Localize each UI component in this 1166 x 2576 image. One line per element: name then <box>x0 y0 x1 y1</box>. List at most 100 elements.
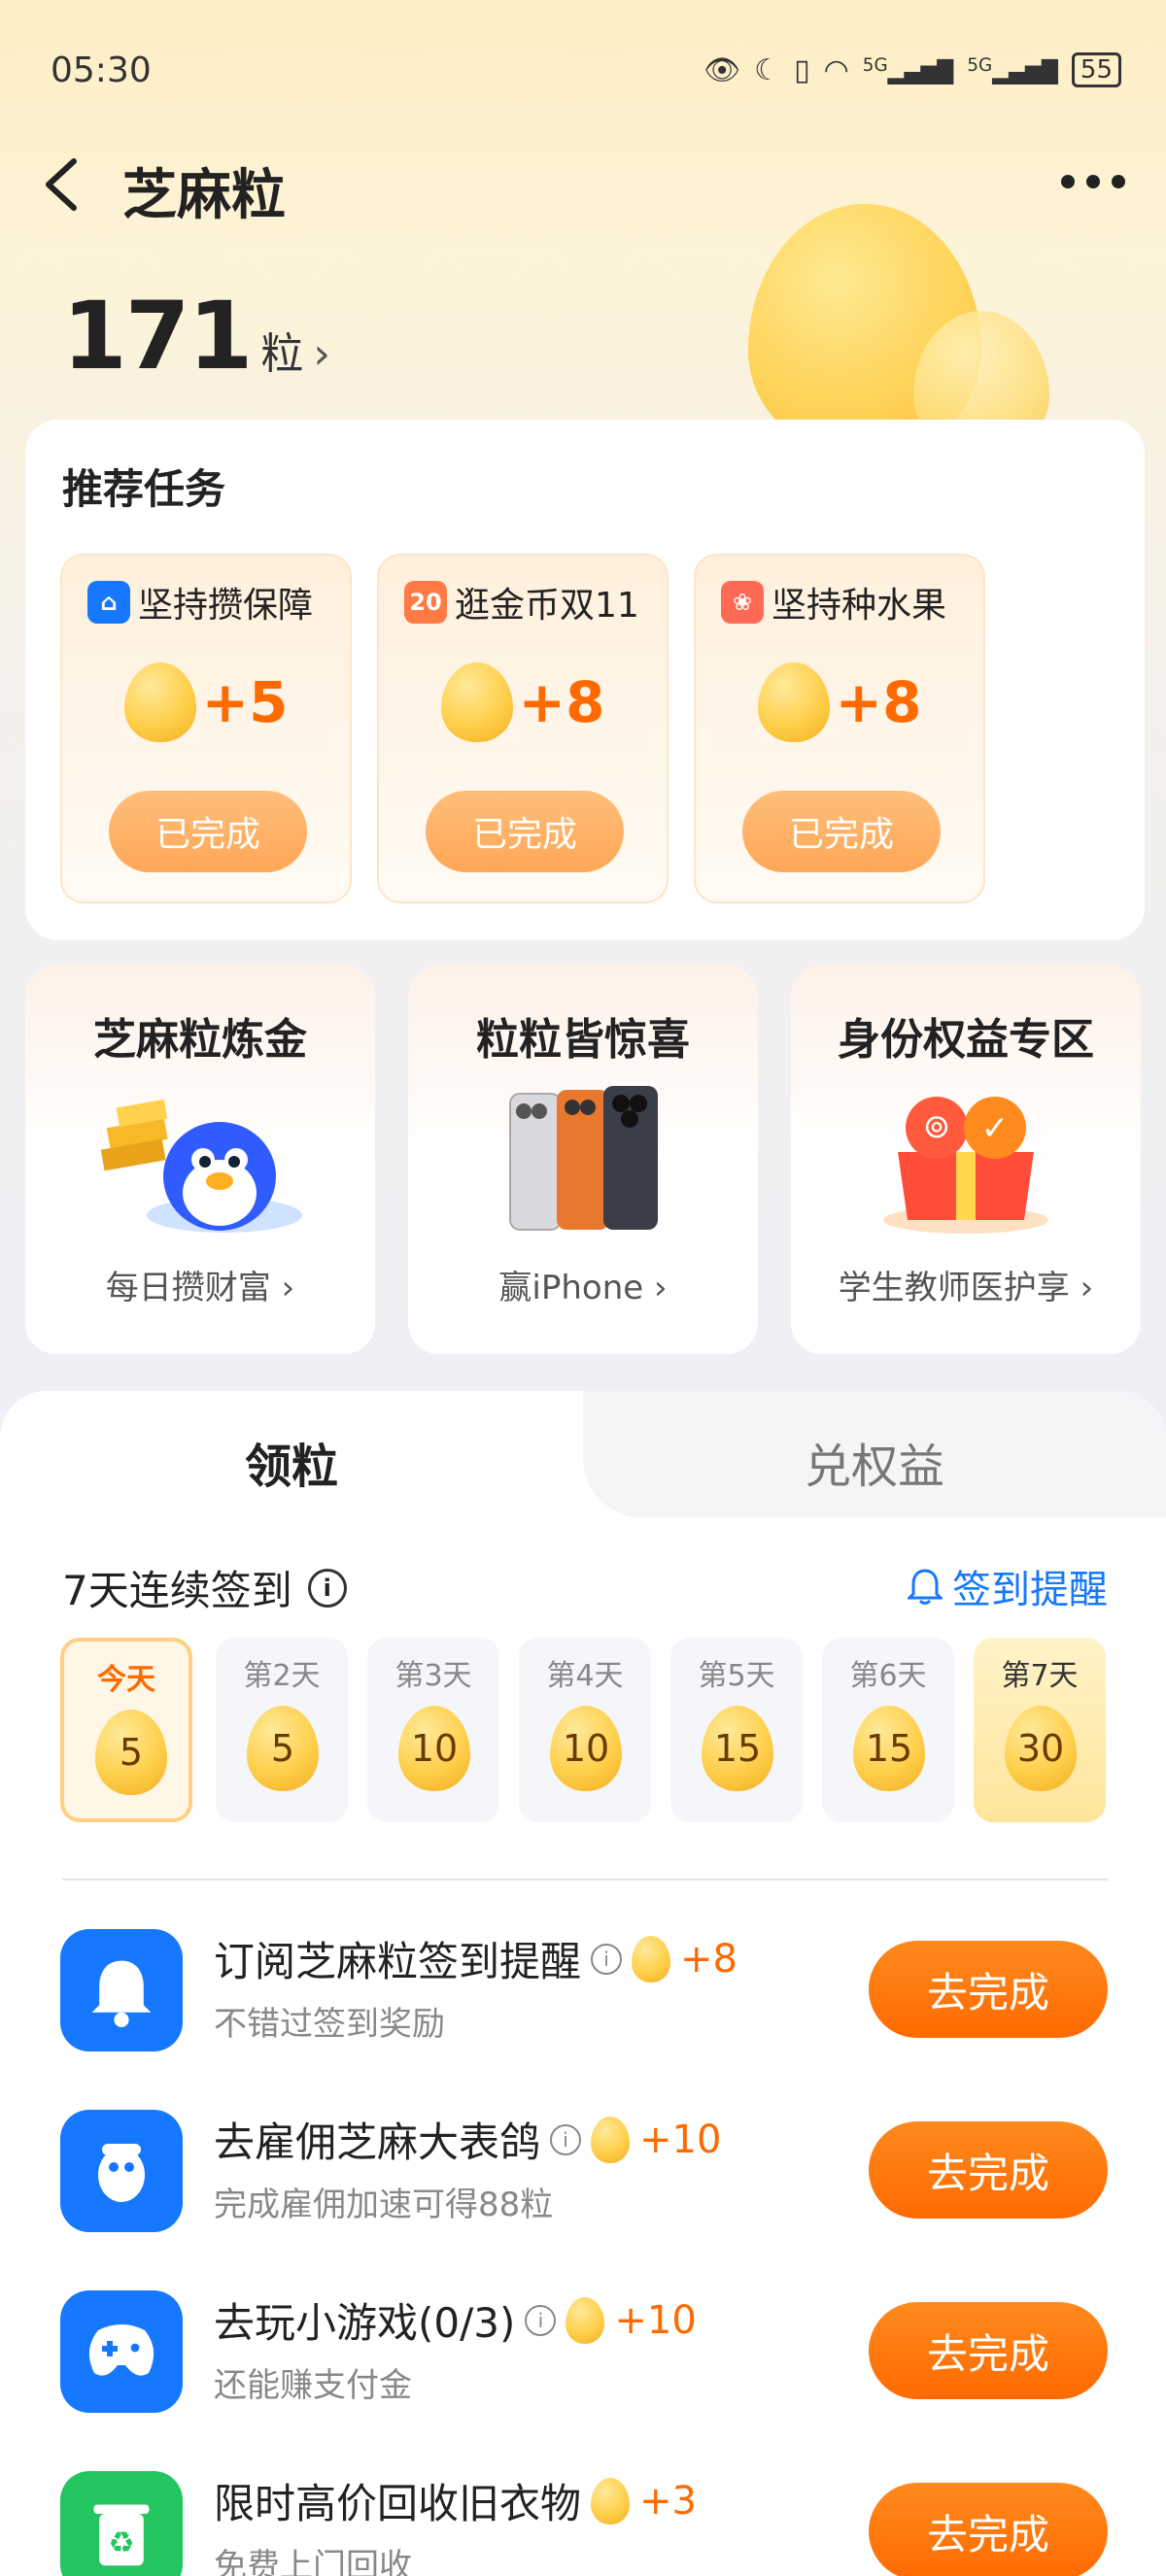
info-icon[interactable]: i <box>550 2123 582 2155</box>
go-complete-button[interactable]: 去完成 <box>869 1941 1108 2038</box>
task-name: 坚持种水果 <box>772 586 947 626</box>
task-name: 坚持攒保障 <box>138 586 314 626</box>
list-item: 去玩小游戏(0/3) i +10 还能赚支付金 去完成 <box>0 2290 1166 2456</box>
feature-title: 芝麻粒炼金 <box>93 1015 307 1065</box>
feature-subtitle: 每日攒财富 › <box>105 1269 295 1307</box>
checkin-day[interactable]: 第5天 15 <box>670 1638 803 1822</box>
bell-icon <box>60 1929 183 2051</box>
task-subtitle: 不错过签到奖励 <box>214 2005 445 2044</box>
task-name: 逛金币双11 <box>455 586 639 626</box>
day-label: 第2天 <box>243 1659 321 1693</box>
vibrate-icon: ▯ <box>794 52 810 87</box>
day-label: 今天 <box>97 1663 155 1697</box>
iphone-image <box>509 1086 658 1231</box>
sesame-egg-icon <box>632 1935 671 1983</box>
svg-text:✓: ✓ <box>981 1109 1010 1148</box>
info-icon[interactable]: i <box>591 1943 623 1975</box>
sesame-egg-icon <box>440 662 513 742</box>
task-subtitle: 免费上门回收 <box>214 2547 412 2576</box>
info-icon[interactable]: i <box>525 2304 557 2336</box>
status-time: 05:30 <box>51 51 152 90</box>
day-label: 第3天 <box>394 1659 472 1693</box>
checkin-header: 7天连续签到 i <box>62 1558 347 1617</box>
task-title: 订阅芝麻粒签到提醒 <box>214 1938 582 1985</box>
svg-text:♻: ♻ <box>108 2526 134 2560</box>
sesame-egg-icon <box>757 662 830 742</box>
bell-outline-icon <box>908 1569 943 1605</box>
battery-icon: 55 <box>1071 52 1121 87</box>
go-complete-button[interactable]: 去完成 <box>869 2483 1108 2576</box>
day-reward: 5 <box>95 1710 167 1795</box>
feature-card-alchemy[interactable]: 芝麻粒炼金 每日攒财富 › <box>25 966 375 1354</box>
checkin-day[interactable]: 第4天 10 <box>519 1638 651 1822</box>
chevron-right-icon: › <box>313 329 330 379</box>
page-title: 芝麻粒 <box>122 164 286 227</box>
svg-text:⊚: ⊚ <box>923 1107 951 1146</box>
day-reward: 15 <box>853 1706 925 1791</box>
gift-box-image: ⊚ ✓ <box>883 1097 1048 1234</box>
task-card[interactable]: 20 逛金币双11 +8 已完成 <box>377 554 669 903</box>
day-reward: 15 <box>702 1706 773 1791</box>
feature-subtitle: 赢iPhone › <box>498 1269 668 1307</box>
tab-earn-points[interactable]: 领粒 <box>0 1428 583 1496</box>
task-card[interactable]: ❀ 坚持种水果 +8 已完成 <box>694 554 985 903</box>
completed-button[interactable]: 已完成 <box>109 791 307 872</box>
checkin-day[interactable]: 今天 5 <box>60 1638 192 1822</box>
recommended-title: 推荐任务 <box>62 465 226 513</box>
tab-redeem-benefits[interactable]: 兑权益 <box>583 1428 1166 1496</box>
day-label: 第7天 <box>1001 1659 1079 1693</box>
checkin-day[interactable]: 第6天 15 <box>822 1638 954 1822</box>
more-options-icon[interactable] <box>1061 175 1125 188</box>
divider <box>62 1879 1108 1881</box>
day-label: 第5天 <box>698 1659 775 1693</box>
recycle-bin-icon: ♻ <box>60 2471 183 2576</box>
task-points: +8 <box>518 669 605 735</box>
day-reward: 10 <box>550 1706 622 1791</box>
task-points: +8 <box>835 669 922 735</box>
signal-icon-2: 5G▂▄▆█ <box>967 54 1058 85</box>
status-icons: 👁 ☾ ▯ ◠ 5G▂▄▆█ 5G▂▄▆█ 55 <box>703 52 1121 87</box>
checkin-reminder-link[interactable]: 签到提醒 <box>908 1558 1108 1614</box>
feature-card-surprise[interactable]: 粒粒皆惊喜 赢iPhone › <box>408 966 758 1354</box>
back-arrow-icon[interactable] <box>39 155 84 214</box>
list-item: 订阅芝麻粒签到提醒 i +8 不错过签到奖励 去完成 <box>0 1929 1166 2094</box>
task-card[interactable]: ⌂ 坚持攒保障 +5 已完成 <box>60 554 352 903</box>
reminder-label: 签到提醒 <box>952 1568 1108 1612</box>
task-subtitle: 还能赚支付金 <box>214 2366 412 2405</box>
gamepad-icon <box>60 2290 183 2413</box>
info-icon[interactable]: i <box>307 1568 347 1608</box>
feature-subtitle: 学生教师医护享 › <box>838 1269 1094 1307</box>
checkin-day[interactable]: 第7天 30 <box>974 1638 1106 1822</box>
day-reward: 5 <box>247 1706 319 1791</box>
day-label: 第4天 <box>546 1659 624 1693</box>
task-points: +5 <box>201 669 289 735</box>
task-reward: +3 <box>639 2478 697 2524</box>
sesame-egg-icon <box>591 2116 631 2163</box>
go-complete-button[interactable]: 去完成 <box>869 2302 1108 2399</box>
checkin-title: 7天连续签到 <box>62 1567 292 1614</box>
checkin-day[interactable]: 第2天 5 <box>216 1638 348 1822</box>
points-balance[interactable]: 171 粒 › <box>62 282 330 390</box>
list-item: 去雇佣芝麻大表鸽 i +10 完成雇佣加速可得88粒 去完成 <box>0 2110 1166 2275</box>
pigeon-icon <box>60 2110 183 2232</box>
feature-title: 身份权益专区 <box>838 1015 1094 1065</box>
task-title: 限时高价回收旧衣物 <box>214 2480 582 2527</box>
task-title: 去玩小游戏(0/3) <box>214 2299 516 2347</box>
checkin-day[interactable]: 第3天 10 <box>367 1638 499 1822</box>
feature-title: 粒粒皆惊喜 <box>476 1015 690 1065</box>
sesame-egg-icon <box>566 2296 605 2344</box>
signal-icon: 5G▂▄▆█ <box>862 54 954 85</box>
feature-card-identity[interactable]: 身份权益专区 ⊚ ✓ 学生教师医护享 › <box>791 966 1141 1354</box>
completed-button[interactable]: 已完成 <box>426 791 624 872</box>
penguin-gold-image <box>100 1099 302 1233</box>
sesame-egg-icon <box>591 2477 631 2525</box>
go-complete-button[interactable]: 去完成 <box>869 2121 1108 2219</box>
points-unit: 粒 <box>260 329 304 379</box>
sesame-egg-icon <box>123 662 196 742</box>
wifi-icon: ◠ <box>823 52 849 87</box>
day-label: 第6天 <box>849 1659 927 1693</box>
completed-button[interactable]: 已完成 <box>742 791 941 872</box>
task-subtitle: 完成雇佣加速可得88粒 <box>214 2186 554 2224</box>
house-shield-icon: ⌂ <box>87 581 130 624</box>
task-reward: +10 <box>614 2297 697 2343</box>
